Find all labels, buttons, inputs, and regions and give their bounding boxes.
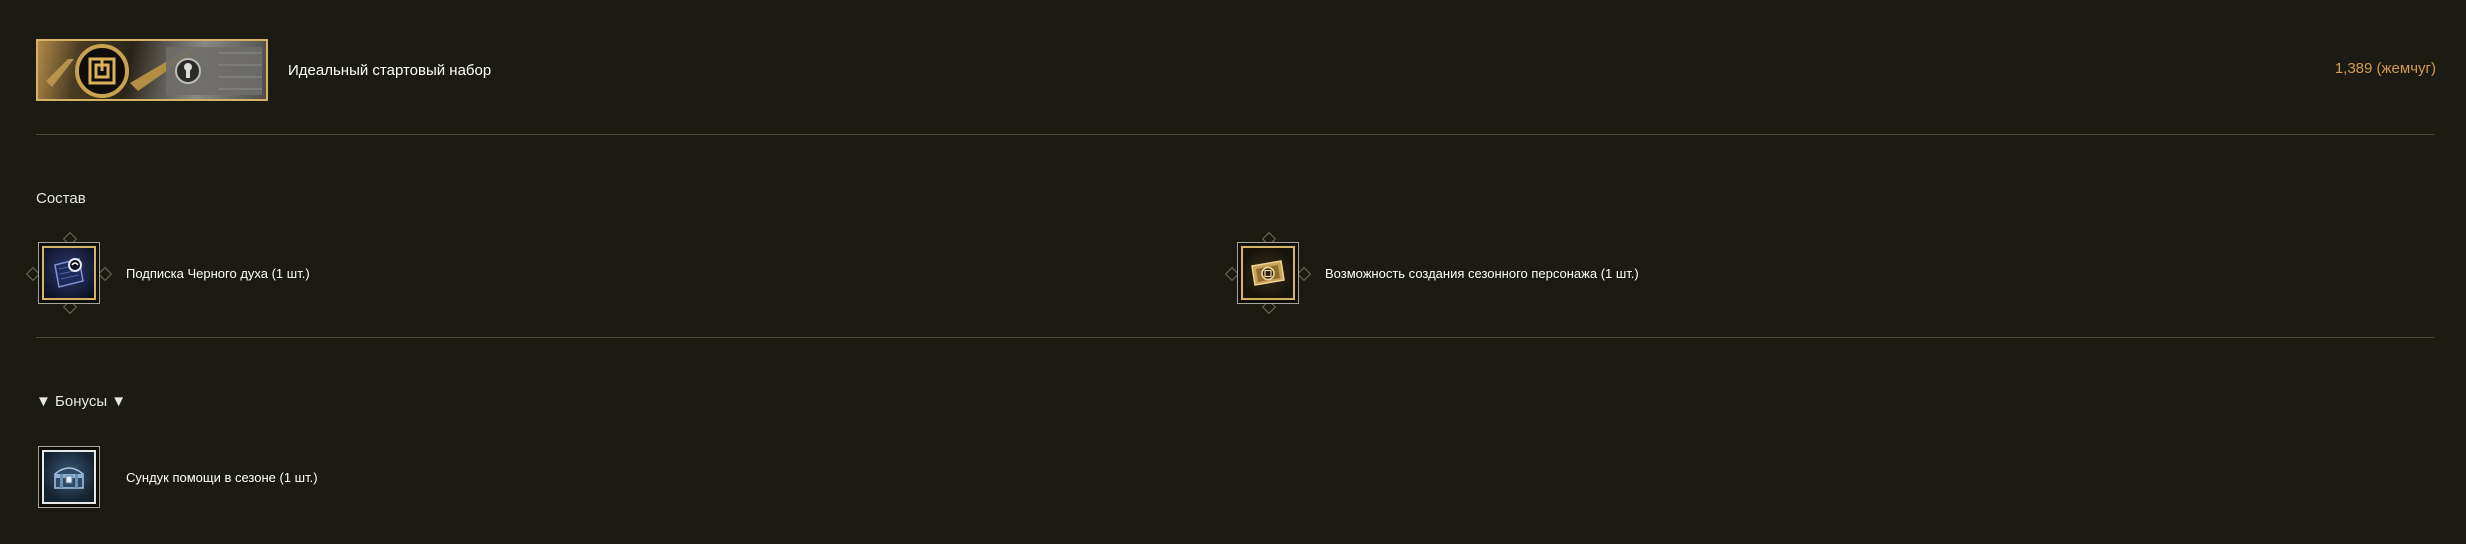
item-icon-border [38,446,100,508]
composition-section-title: Состав [36,190,86,207]
frame-diamond-ornament [1296,266,1312,282]
divider [36,134,2434,135]
product-header: Идеальный стартовый набор 1,389 (жемчуг) [36,38,2436,102]
composition-item-season-character[interactable]: Возможность создания сезонного персонажа… [1224,231,1639,315]
season-character-ticket-icon [1241,246,1295,300]
season-support-chest-icon [42,450,96,504]
item-icon-frame [25,231,113,315]
item-label: Сундук помощи в сезоне (1 шт.) [126,469,318,485]
product-price: 1,389 (жемчуг) [2334,60,2436,77]
product-details-panel: Идеальный стартовый набор 1,389 (жемчуг)… [0,0,2466,544]
item-icon-frame [36,444,102,510]
item-icon-border [38,242,100,304]
composition-item-black-spirit-subscription[interactable]: Подписка Черного духа (1 шт.) [25,231,310,315]
bonuses-section-title[interactable]: ▼ Бонусы ▼ [36,393,126,410]
frame-diamond-ornament [97,266,113,282]
product-title: Идеальный стартовый набор [288,61,492,79]
item-icon-frame [1224,231,1312,315]
item-label: Подписка Черного духа (1 шт.) [126,265,310,281]
starter-pack-banner-icon [36,39,268,101]
item-label: Возможность создания сезонного персонажа… [1325,265,1639,281]
divider [36,337,2434,338]
bonus-item-season-support-chest[interactable]: Сундук помощи в сезоне (1 шт.) [36,444,318,510]
item-icon-border [1237,242,1299,304]
black-spirit-subscription-icon [42,246,96,300]
